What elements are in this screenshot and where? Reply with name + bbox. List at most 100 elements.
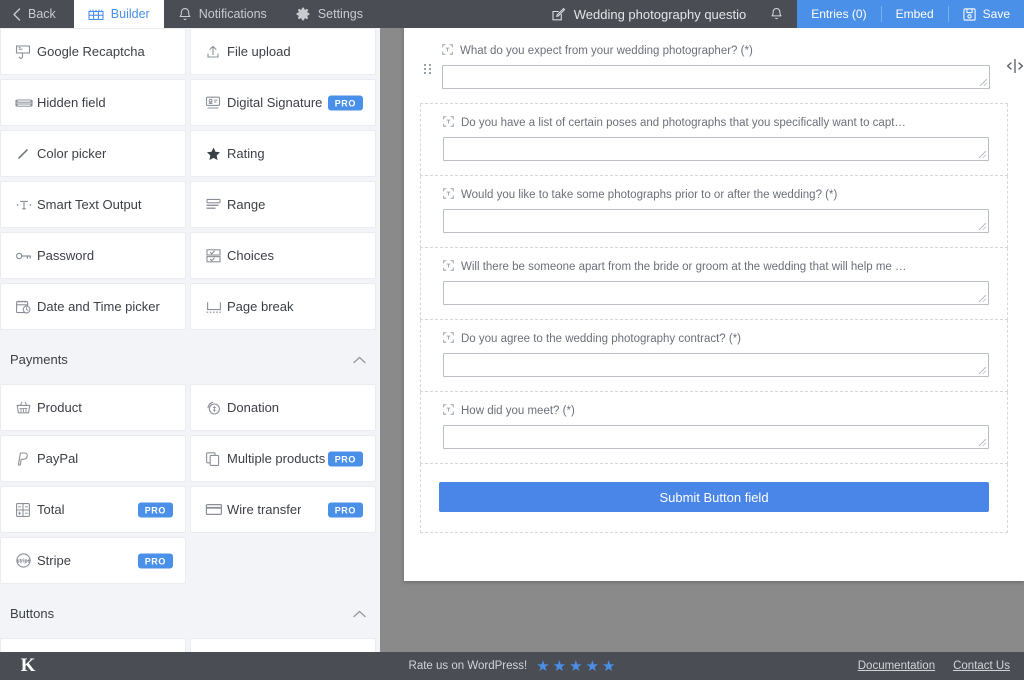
save-label: Save: [982, 7, 1010, 21]
tab-builder-label: Builder: [110, 7, 150, 21]
sidebar-payment-label: PayPal: [37, 451, 79, 466]
field-label: What do you expect from your wedding pho…: [460, 45, 753, 57]
star-icon[interactable]: ★: [602, 659, 615, 674]
notifications-bell-button[interactable]: [756, 0, 797, 28]
form-field-row[interactable]: How did you meet? (*): [420, 392, 1008, 464]
section-header-buttons[interactable]: Buttons: [0, 588, 380, 638]
chevron-up-icon[interactable]: [353, 352, 366, 367]
submit-button[interactable]: Submit Button field: [439, 482, 989, 512]
sidebar-payment-product[interactable]: Product: [0, 384, 186, 431]
form-field-row[interactable]: What do you expect from your wedding pho…: [420, 28, 1024, 104]
sidebar-button-button[interactable]: BTN Button: [0, 638, 186, 652]
field-label-wrap: Do you agree to the wedding photography …: [443, 332, 989, 346]
save-button[interactable]: Save: [949, 0, 1024, 28]
star-icon[interactable]: ★: [553, 659, 566, 674]
section-title-payments: Payments: [10, 351, 68, 367]
sidebar-payment-total[interactable]: Total PRO: [0, 486, 186, 533]
sidebar-field-choices[interactable]: Choices: [190, 232, 376, 279]
sidebar-field-rating[interactable]: Rating: [190, 130, 376, 177]
star-icon: [205, 146, 227, 162]
credit-card-icon: [205, 503, 227, 516]
star-rating[interactable]: ★ ★ ★ ★ ★: [536, 659, 615, 674]
sidebar-payment-wire-transfer[interactable]: Wire transfer PRO: [190, 486, 376, 533]
submit-row[interactable]: Submit Button field: [420, 464, 1008, 533]
field-label-wrap: Will there be someone apart from the bri…: [443, 260, 989, 274]
form-field-row[interactable]: Do you have a list of certain poses and …: [420, 104, 1008, 176]
textarea-icon: [443, 404, 454, 418]
pro-badge: PRO: [137, 553, 173, 568]
chevron-up-icon[interactable]: [353, 606, 366, 621]
sidebar-payment-donation[interactable]: Donation: [190, 384, 376, 431]
bell-icon: [178, 7, 192, 22]
sidebar-field-google-recaptcha[interactable]: Google Recaptcha: [0, 28, 186, 75]
sidebar-button-submit-button[interactable]: BTN Submit Button: [190, 638, 376, 652]
contact-us-link[interactable]: Contact Us: [953, 660, 1010, 672]
field-label: Would you like to take some photographs …: [461, 189, 838, 201]
sidebar-field-smart-text-output[interactable]: Smart Text Output: [0, 181, 186, 228]
fields-grid: Google Recaptcha File upload Hidden fiel…: [0, 28, 380, 652]
pencil-icon: [15, 146, 37, 162]
tab-settings[interactable]: Settings: [281, 0, 377, 28]
sidebar-field-label: Digital Signature: [227, 95, 323, 110]
form-field-row[interactable]: Will there be someone apart from the bri…: [420, 248, 1008, 320]
tab-notifications[interactable]: Notifications: [164, 0, 281, 28]
recaptcha-icon: [15, 44, 37, 60]
field-textarea[interactable]: [443, 281, 989, 305]
sidebar-field-label: Hidden field: [37, 95, 106, 110]
sidebar-field-label: Range: [227, 197, 266, 212]
chevron-left-icon: [12, 7, 21, 21]
bell-icon: [770, 7, 783, 21]
documentation-link[interactable]: Documentation: [858, 660, 935, 672]
top-navigation-bar: Back Builder Notifications Settings Wedd…: [0, 0, 1024, 28]
form-field-row[interactable]: Do you agree to the wedding photography …: [420, 320, 1008, 392]
fields-sidebar[interactable]: Google Recaptcha File upload Hidden fiel…: [0, 28, 380, 652]
sidebar-payment-multiple-products[interactable]: Multiple products PRO: [190, 435, 376, 482]
sidebar-field-range[interactable]: Range: [190, 181, 376, 228]
drag-handle-icon[interactable]: [424, 64, 431, 74]
sidebar-payment-paypal[interactable]: PayPal: [0, 435, 186, 482]
form-title-area[interactable]: Wedding photography questio: [541, 0, 757, 28]
sidebar-field-password[interactable]: Password: [0, 232, 186, 279]
topbar-actions: Entries (0) Embed Save: [797, 0, 1024, 28]
duplicate-icon[interactable]: [969, 28, 984, 30]
page-title: Wedding photography questio: [573, 6, 747, 22]
sidebar-field-color-picker[interactable]: Color picker: [0, 130, 186, 177]
copy-stack-icon: [205, 451, 227, 467]
embed-label: Embed: [895, 7, 934, 21]
sidebar-field-date-and-time-picker[interactable]: Date and Time picker: [0, 283, 186, 330]
sidebar-field-file-upload[interactable]: File upload: [190, 28, 376, 75]
tab-builder[interactable]: Builder: [73, 0, 164, 28]
stripe-icon: stripe: [15, 552, 37, 569]
range-icon: [205, 197, 227, 212]
field-textarea[interactable]: [442, 65, 990, 89]
section-header-payments[interactable]: Payments: [0, 334, 380, 384]
entries-button[interactable]: Entries (0): [797, 0, 880, 28]
back-button[interactable]: Back: [0, 0, 74, 28]
field-label: Do you have a list of certain poses and …: [461, 117, 906, 129]
sidebar-field-hidden-field[interactable]: Hidden field: [0, 79, 186, 126]
embed-button[interactable]: Embed: [882, 0, 948, 28]
gear-icon: [295, 6, 311, 22]
sidebar-field-digital-signature[interactable]: Digital Signature PRO: [190, 79, 376, 126]
sidebar-field-label: Choices: [227, 248, 274, 263]
choices-icon: [205, 248, 227, 264]
key-icon: [15, 250, 37, 262]
field-textarea[interactable]: [443, 137, 989, 161]
star-icon[interactable]: ★: [536, 659, 549, 674]
grid-filler: [190, 537, 376, 584]
form-field-row[interactable]: Would you like to take some photographs …: [420, 176, 1008, 248]
star-icon[interactable]: ★: [569, 659, 582, 674]
form-preview-panel[interactable]: What do you expect from your wedding pho…: [404, 28, 1024, 581]
field-textarea[interactable]: [443, 353, 989, 377]
star-icon[interactable]: ★: [586, 659, 599, 674]
edit-pencil-icon[interactable]: [551, 7, 566, 22]
field-textarea[interactable]: [443, 209, 989, 233]
calendar-clock-icon: [15, 299, 37, 315]
back-label: Back: [28, 7, 56, 21]
trash-icon[interactable]: [992, 28, 1006, 30]
sidebar-payment-stripe[interactable]: stripe Stripe PRO: [0, 537, 186, 584]
sidebar-field-page-break[interactable]: Page break: [190, 283, 376, 330]
resize-horizontal-icon[interactable]: [1006, 58, 1024, 77]
sidebar-payment-label: Stripe: [37, 553, 71, 568]
field-textarea[interactable]: [443, 425, 989, 449]
